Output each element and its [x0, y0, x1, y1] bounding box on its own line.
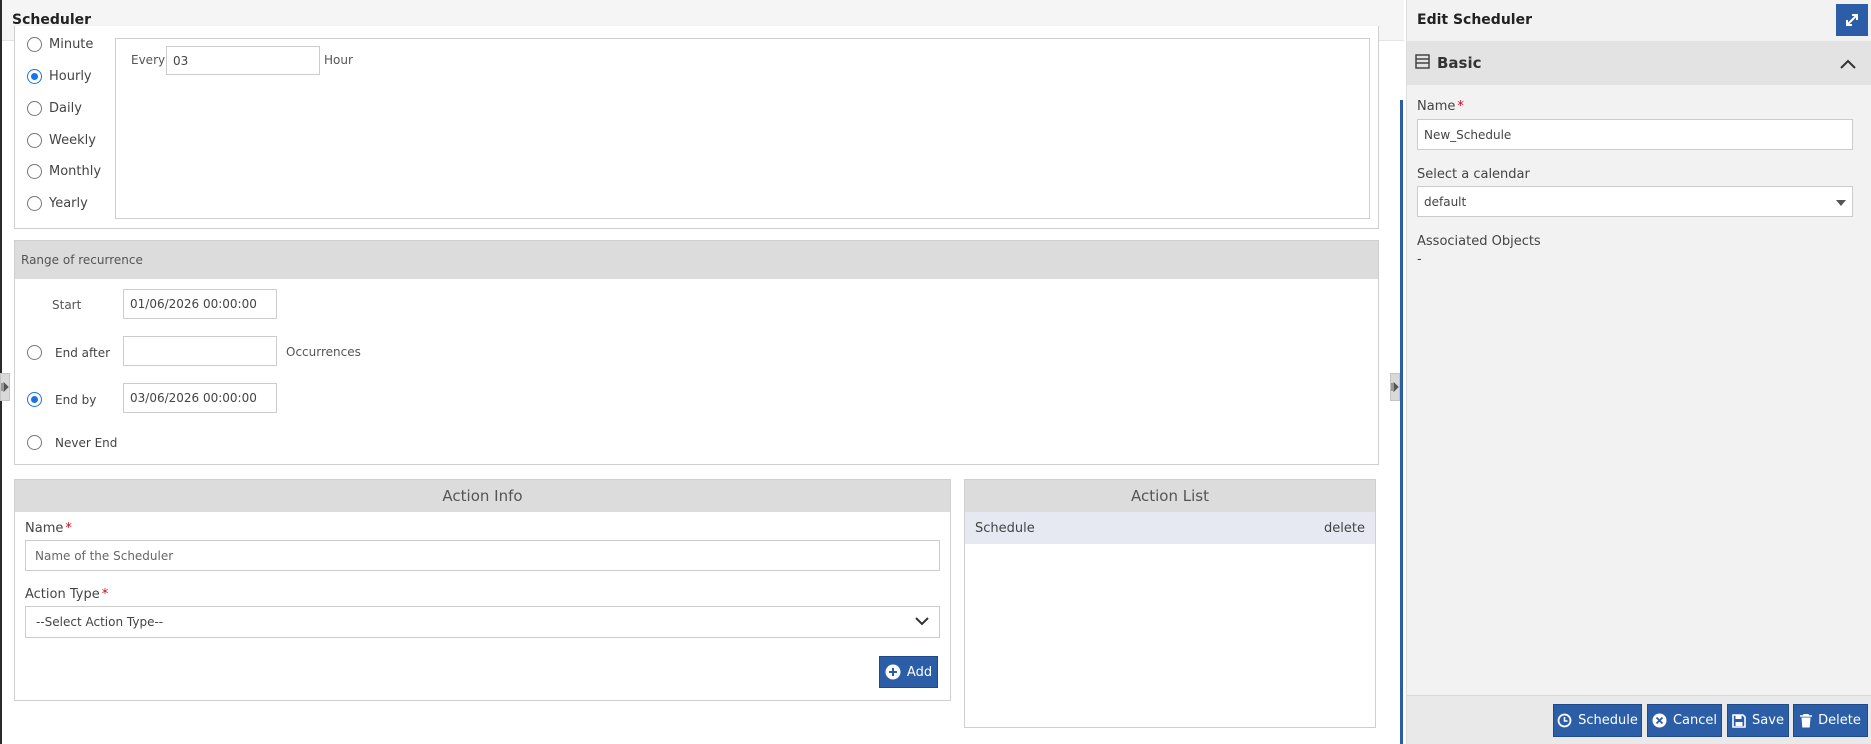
radio-hourly-label: Hourly [49, 69, 92, 84]
radio-daily[interactable]: Daily [27, 101, 82, 116]
side-panel-title: Edit Scheduler [1417, 12, 1532, 28]
calendar-select[interactable]: default [1417, 186, 1853, 217]
action-name-input[interactable]: Name of the Scheduler [25, 540, 940, 571]
plus-circle-icon [885, 664, 901, 680]
action-type-selected-value: --Select Action Type-- [36, 615, 164, 629]
end-by-label: End by [55, 392, 97, 407]
radio-hourly-circle[interactable] [27, 69, 42, 84]
every-label: Every [131, 53, 166, 67]
delete-button[interactable]: Delete [1793, 704, 1868, 737]
save-button-label: Save [1752, 713, 1784, 728]
chevron-up-icon[interactable] [1840, 55, 1856, 73]
action-info-title: Action Info [442, 487, 523, 505]
radio-minute-circle[interactable] [27, 37, 42, 52]
occurrences-label: Occurrences [286, 345, 361, 359]
calendar-selected-value: default [1424, 194, 1467, 209]
radio-end-by-circle[interactable] [27, 392, 42, 407]
radio-yearly-circle[interactable] [27, 196, 42, 211]
radio-yearly-label: Yearly [49, 196, 88, 211]
main-scrollbar[interactable] [1400, 100, 1403, 744]
radio-minute[interactable]: Minute [27, 37, 93, 52]
radio-monthly-circle[interactable] [27, 164, 42, 179]
table-row[interactable]: Schedule delete [965, 512, 1375, 544]
action-list-row-delete-link[interactable]: delete [1324, 521, 1365, 536]
radio-daily-circle[interactable] [27, 101, 42, 116]
action-info-box [14, 479, 951, 701]
side-header: Edit Scheduler [1407, 0, 1871, 41]
expand-panel-button[interactable] [1836, 4, 1868, 36]
radio-never-end[interactable]: Never End [27, 435, 117, 450]
cancel-button[interactable]: Cancel [1647, 704, 1722, 737]
action-list-row-name: Schedule [975, 520, 1035, 536]
radio-daily-label: Daily [49, 101, 82, 116]
cancel-button-label: Cancel [1672, 713, 1718, 728]
caret-down-icon [1836, 195, 1846, 209]
close-circle-icon [1652, 713, 1667, 728]
left-collapse-handle[interactable] [0, 373, 10, 401]
edit-scheduler-panel: Edit Scheduler Basic Name * New_Schedule … [1406, 0, 1871, 744]
end-by-input[interactable]: 03/06/2026 00:00:00 [123, 383, 277, 413]
save-button[interactable]: Save [1727, 704, 1789, 737]
side-name-label-text: Name [1417, 99, 1456, 114]
action-type-label: Action Type * [25, 587, 108, 602]
radio-hourly[interactable]: Hourly [27, 69, 92, 84]
delete-button-label: Delete [1818, 713, 1861, 728]
form-icon [1415, 53, 1430, 73]
radio-weekly-circle[interactable] [27, 133, 42, 148]
action-type-label-text: Action Type [25, 587, 100, 602]
chevron-down-icon [915, 615, 929, 629]
calendar-label: Select a calendar [1417, 167, 1530, 182]
radio-minute-label: Minute [49, 37, 94, 52]
schedule-name-input[interactable]: New_Schedule [1417, 119, 1853, 150]
every-input[interactable]: 03 [166, 46, 320, 75]
collapse-arrow-icon [1391, 382, 1399, 392]
range-of-recurrence-title: Range of recurrence [21, 253, 143, 267]
side-name-label: Name * [1417, 99, 1464, 114]
expand-icon [1846, 14, 1858, 26]
radio-yearly[interactable]: Yearly [27, 196, 88, 211]
end-after-label: End after [55, 345, 111, 360]
radio-monthly-label: Monthly [49, 164, 102, 179]
required-asterisk: * [1457, 99, 1464, 114]
start-label: Start [52, 298, 82, 312]
start-date-input[interactable]: 01/06/2026 00:00:00 [123, 289, 277, 319]
radio-end-by[interactable]: End by [27, 392, 96, 407]
clock-icon [1557, 713, 1572, 728]
action-name-label-text: Name [25, 521, 64, 536]
action-list-header: Action List [965, 480, 1375, 512]
right-collapse-handle[interactable] [1390, 373, 1400, 401]
range-of-recurrence-header: Range of recurrence [15, 241, 1378, 279]
add-action-button[interactable]: Add [879, 656, 938, 688]
side-footer: Schedule Cancel Save Delete [1407, 695, 1871, 744]
scheduler-main-pane: Scheduler Minute Hourly Daily Weekly Mon… [0, 0, 1404, 744]
basic-section-header[interactable]: Basic [1407, 41, 1871, 85]
required-asterisk: * [65, 521, 72, 536]
basic-section-title: Basic [1437, 54, 1482, 72]
hour-unit-label: Hour [324, 53, 353, 67]
required-asterisk: * [101, 587, 109, 602]
radio-never-end-circle[interactable] [27, 435, 42, 450]
end-after-input[interactable] [123, 336, 277, 366]
associated-objects-value: - [1417, 252, 1422, 267]
schedule-button-label: Schedule [1578, 713, 1638, 728]
associated-objects-label: Associated Objects [1417, 234, 1541, 249]
action-type-select[interactable]: --Select Action Type-- [25, 606, 940, 638]
schedule-button[interactable]: Schedule [1553, 704, 1642, 737]
radio-end-after[interactable]: End after [27, 345, 110, 360]
action-info-header: Action Info [15, 480, 950, 512]
radio-weekly-label: Weekly [49, 133, 96, 148]
action-list-title: Action List [1131, 487, 1209, 505]
radio-end-after-circle[interactable] [27, 345, 42, 360]
trash-icon [1800, 713, 1813, 728]
action-name-label: Name * [25, 521, 72, 536]
never-end-label: Never End [55, 435, 118, 450]
collapse-arrow-icon [1, 382, 9, 392]
save-icon [1732, 713, 1746, 728]
add-button-label: Add [906, 664, 933, 680]
radio-monthly[interactable]: Monthly [27, 164, 101, 179]
radio-weekly[interactable]: Weekly [27, 133, 96, 148]
